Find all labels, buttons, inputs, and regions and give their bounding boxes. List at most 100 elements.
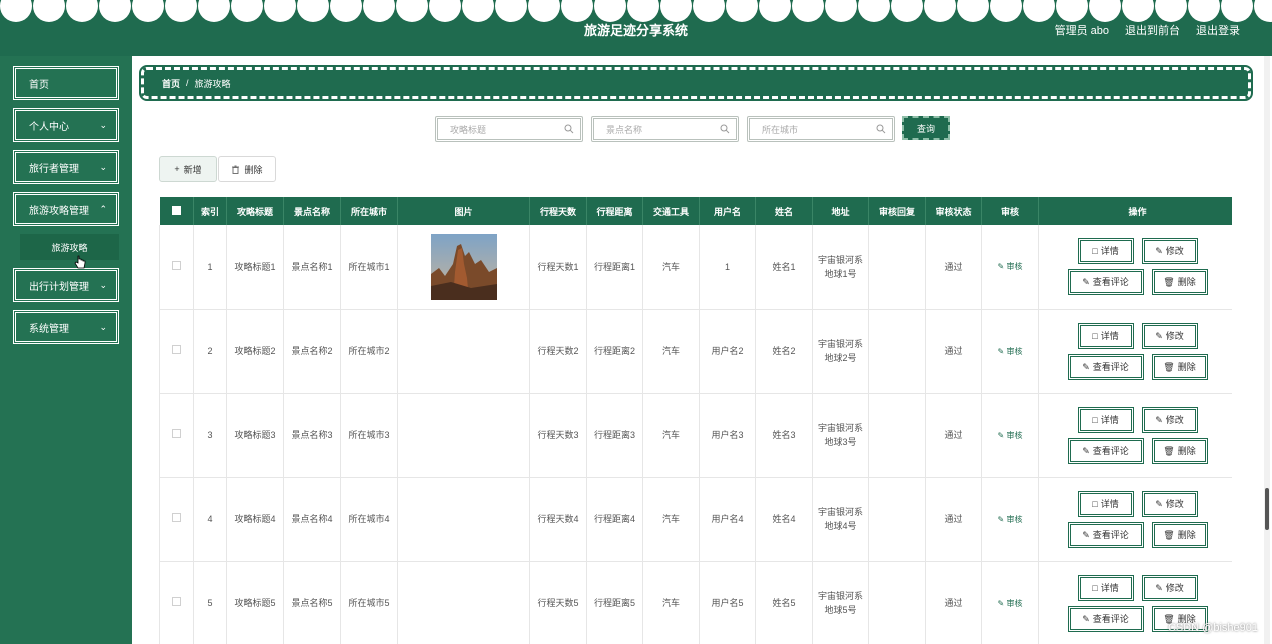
cell-status: 通过 (925, 393, 982, 478)
scrollbar-thumb[interactable] (1265, 488, 1269, 530)
cell-spot: 景点名称1 (283, 225, 341, 310)
cell-spot: 景点名称3 (283, 393, 341, 478)
guide-photo (430, 233, 497, 300)
pencil-icon: ✎ (1082, 529, 1090, 540)
batch-delete-button[interactable]: 删除 (218, 156, 276, 182)
cell-username: 用户名3 (699, 393, 756, 478)
row-checkbox[interactable] (172, 597, 181, 606)
sidebar-item-home[interactable]: 首页 (13, 66, 119, 100)
column-header: 攻略标题 (226, 197, 284, 225)
cell-city: 所在城市4 (340, 477, 398, 562)
sidebar-item-personal-center[interactable]: 个人中心 ⌄ (13, 108, 119, 142)
edit-button[interactable]: ✎ 修改 (1141, 406, 1198, 433)
query-button[interactable]: 查询 (902, 116, 950, 140)
row-checkbox[interactable] (172, 260, 181, 270)
table-row: 1 攻略标题1 景点名称1 所在城市1 行程天数1 行程距离1 汽车 1 姓名1 宇宙银河系地球1… (159, 225, 1232, 310)
cell-username: 1 (699, 225, 756, 310)
detail-button[interactable]: □ 详情 (1077, 322, 1134, 349)
view-comments-button[interactable]: ✎ 查看评论 (1067, 521, 1144, 548)
column-header: 审核 (981, 197, 1039, 225)
plus-icon: + (174, 164, 180, 174)
cell-image-empty (397, 561, 530, 644)
search-icon (720, 124, 730, 134)
edit-button[interactable]: ✎ 修改 (1141, 490, 1198, 517)
row-delete-button[interactable]: 🗑 删除 (1151, 521, 1208, 548)
select-all-checkbox[interactable] (171, 205, 181, 215)
cell-city: 所在城市3 (340, 393, 398, 478)
cell-days: 行程天数5 (529, 561, 587, 644)
sidebar-item-guide-management[interactable]: 旅游攻略管理 ⌃ (13, 192, 119, 226)
document-icon: □ (1092, 246, 1098, 257)
cell-address: 宇宙银河系地球1号 (812, 225, 869, 310)
cell-title: 攻略标题1 (226, 225, 284, 310)
sidebar-item-system-management[interactable]: 系统管理 ⌄ (13, 310, 119, 344)
logout-link[interactable]: 退出登录 (1196, 22, 1240, 38)
search-icon (564, 124, 574, 134)
guide-title-search-input[interactable]: 攻略标题 (435, 116, 583, 142)
cell-transport: 汽车 (642, 561, 700, 644)
column-header: 景点名称 (283, 197, 341, 225)
top-header: 旅游足迹分享系统 管理员 abo 退出到前台 退出登录 (0, 0, 1272, 56)
column-header: 交通工具 (642, 197, 700, 225)
row-delete-button[interactable]: 🗑 删除 (1151, 437, 1208, 464)
cell-spot: 景点名称2 (283, 309, 341, 394)
edit-button[interactable]: ✎ 修改 (1141, 574, 1198, 601)
admin-user-label[interactable]: 管理员 abo (1055, 22, 1109, 38)
cell-index: 2 (193, 309, 227, 394)
cell-name: 姓名3 (755, 393, 813, 478)
breadcrumb-home[interactable]: 首页 (162, 77, 180, 90)
cell-status: 通过 (925, 477, 982, 562)
view-comments-button[interactable]: ✎ 查看评论 (1067, 437, 1144, 464)
cell-reply (868, 309, 926, 394)
cell-reply (868, 477, 926, 562)
row-checkbox[interactable] (172, 513, 181, 522)
cell-transport: 汽车 (642, 309, 700, 394)
cell-image-empty (397, 309, 530, 394)
cell-distance: 行程距离3 (586, 393, 643, 478)
chevron-down-icon: ⌄ (99, 162, 107, 172)
row-delete-button[interactable]: 🗑 删除 (1151, 269, 1208, 296)
cell-index: 1 (193, 225, 227, 310)
detail-button[interactable]: □ 详情 (1077, 238, 1134, 265)
to-front-link[interactable]: 退出到前台 (1125, 22, 1180, 38)
audit-link[interactable]: ✎ 审核 (998, 347, 1023, 356)
cell-distance: 行程距离4 (586, 477, 643, 562)
audit-link[interactable]: ✎ 审核 (998, 515, 1023, 524)
edit-button[interactable]: ✎ 修改 (1141, 238, 1198, 265)
chevron-down-icon: ⌄ (99, 120, 107, 130)
table-row: 5 攻略标题5 景点名称5 所在城市5 行程天数5 行程距离5 汽车 用户名5 姓名5 宇宙银河系… (159, 561, 1232, 644)
edit-button[interactable]: ✎ 修改 (1141, 322, 1198, 349)
document-icon: □ (1092, 414, 1098, 425)
view-comments-button[interactable]: ✎ 查看评论 (1067, 353, 1144, 380)
row-delete-button[interactable]: 🗑 删除 (1151, 353, 1208, 380)
detail-button[interactable]: □ 详情 (1077, 406, 1134, 433)
city-search-input[interactable]: 所在城市 (747, 116, 895, 142)
cell-status: 通过 (925, 561, 982, 644)
cell-address: 宇宙银河系地球2号 (812, 309, 869, 394)
trash-icon (232, 165, 240, 174)
pencil-icon: ✎ (1082, 613, 1090, 624)
trash-icon: 🗑 (1163, 529, 1175, 540)
audit-link[interactable]: ✎ 审核 (998, 599, 1023, 608)
spot-name-search-input[interactable]: 景点名称 (591, 116, 739, 142)
audit-link[interactable]: ✎ 审核 (998, 431, 1023, 440)
row-checkbox[interactable] (172, 345, 181, 354)
column-header: 审核回复 (868, 197, 926, 225)
sidebar-item-trip-plan-management[interactable]: 出行计划管理 ⌄ (13, 268, 119, 302)
audit-link[interactable]: ✎ 审核 (998, 262, 1023, 271)
detail-button[interactable]: □ 详情 (1077, 490, 1134, 517)
pencil-icon: ✎ (1155, 330, 1163, 341)
trash-icon: 🗑 (1163, 277, 1175, 288)
sidebar: 首页 个人中心 ⌄ 旅行者管理 ⌄ 旅游攻略管理 ⌃ 旅游攻略 出行计划管理 ⌄ 系统管… (0, 56, 132, 644)
cell-name: 姓名4 (755, 477, 813, 562)
detail-button[interactable]: □ 详情 (1077, 574, 1134, 601)
row-checkbox[interactable] (172, 429, 181, 438)
add-button[interactable]: + 新增 (159, 156, 217, 182)
view-comments-button[interactable]: ✎ 查看评论 (1067, 605, 1144, 632)
view-comments-button[interactable]: ✎ 查看评论 (1067, 269, 1144, 296)
column-header: 所在城市 (340, 197, 398, 225)
vertical-scrollbar[interactable] (1264, 56, 1270, 644)
sidebar-subitem-travel-guide[interactable]: 旅游攻略 (20, 234, 119, 260)
select-all-header[interactable] (159, 197, 194, 225)
sidebar-item-traveler-management[interactable]: 旅行者管理 ⌄ (13, 150, 119, 184)
